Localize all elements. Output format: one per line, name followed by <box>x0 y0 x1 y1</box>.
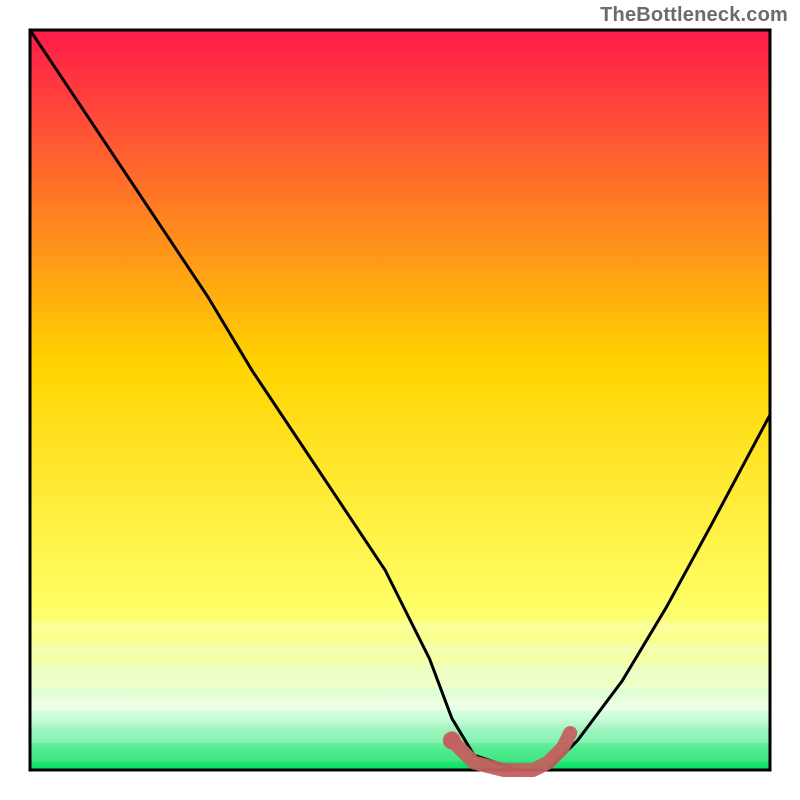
plot-background <box>30 30 770 770</box>
chart-svg <box>0 0 800 800</box>
optimal-point-marker <box>443 731 461 749</box>
bottleneck-chart: TheBottleneck.com <box>0 0 800 800</box>
